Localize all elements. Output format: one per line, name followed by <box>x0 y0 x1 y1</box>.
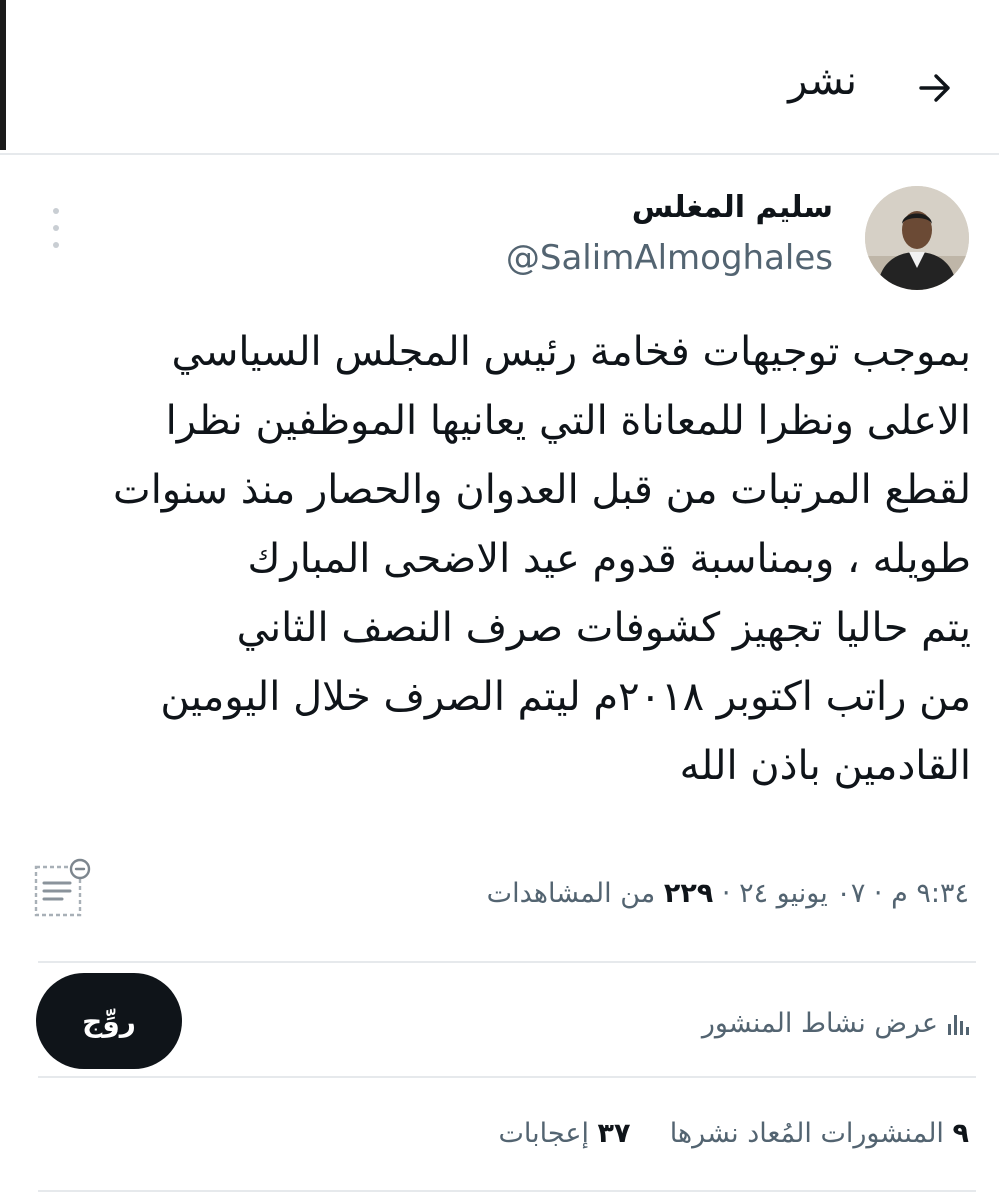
views-count: ٢٢٩ <box>663 878 714 909</box>
divider <box>38 1076 976 1078</box>
engagement-stats: ٩ المنشورات المُعاد نشرها ٣٧ إعجابات <box>499 1118 969 1149</box>
likes-label: إعجابات <box>498 1118 589 1149</box>
post-line: من راتب اكتوبر ٢٠١٨م ليتم الصرف خلال الي… <box>160 674 971 720</box>
divider <box>38 961 976 963</box>
more-options-icon[interactable] <box>44 208 68 248</box>
post-line: بموجب توجيهات فخامة رئيس المجلس السياسي <box>171 329 971 375</box>
reposts-label: المنشورات المُعاد نشرها <box>669 1118 944 1149</box>
post-line: لقطع المرتبات من قبل العدوان والحصار منذ… <box>113 467 971 513</box>
reposts-stat[interactable]: ٩ المنشورات المُعاد نشرها <box>670 1118 969 1149</box>
translate-post-icon[interactable] <box>30 853 102 919</box>
divider <box>38 1190 976 1192</box>
reposts-count: ٩ <box>952 1118 969 1149</box>
activity-label: عرض نشاط المنشور <box>701 1008 938 1039</box>
view-post-activity[interactable]: عرض نشاط المنشور <box>702 1008 969 1039</box>
likes-stat[interactable]: ٣٧ إعجابات <box>499 1118 631 1149</box>
profile-photo-icon <box>865 186 969 290</box>
back-button[interactable] <box>911 64 959 112</box>
post-metadata: ٩:٣٤ م · ٠٧ يونيو ٢٤ · ٢٢٩ من المشاهدات <box>487 878 969 909</box>
bar-chart-icon <box>948 1013 969 1035</box>
post-line: طويله ، وبمناسبة قدوم عيد الاضحى المبارك <box>247 536 971 582</box>
post-text: بموجب توجيهات فخامة رئيس المجلس السياسي … <box>51 318 971 801</box>
page-title: نشر <box>788 58 857 104</box>
top-bar: نشر <box>0 0 999 155</box>
views-label: من المشاهدات <box>486 878 656 909</box>
promote-button[interactable]: روِّج <box>36 973 182 1069</box>
avatar[interactable] <box>865 186 969 290</box>
arrow-right-icon <box>919 74 950 102</box>
post-line: القادمين باذن الله <box>679 743 971 789</box>
post-line: يتم حاليا تجهيز كشوفات صرف النصف الثاني <box>236 605 971 651</box>
post-line: الاعلى ونظرا للمعاناة التي يعانيها الموظ… <box>165 398 971 444</box>
post-timestamp[interactable]: ٩:٣٤ م · ٠٧ يونيو ٢٤ · <box>722 878 969 909</box>
author-name[interactable]: سليم المغلس <box>632 190 833 225</box>
likes-count: ٣٧ <box>597 1118 631 1149</box>
author-handle[interactable]: @SalimAlmoghales <box>506 238 833 278</box>
